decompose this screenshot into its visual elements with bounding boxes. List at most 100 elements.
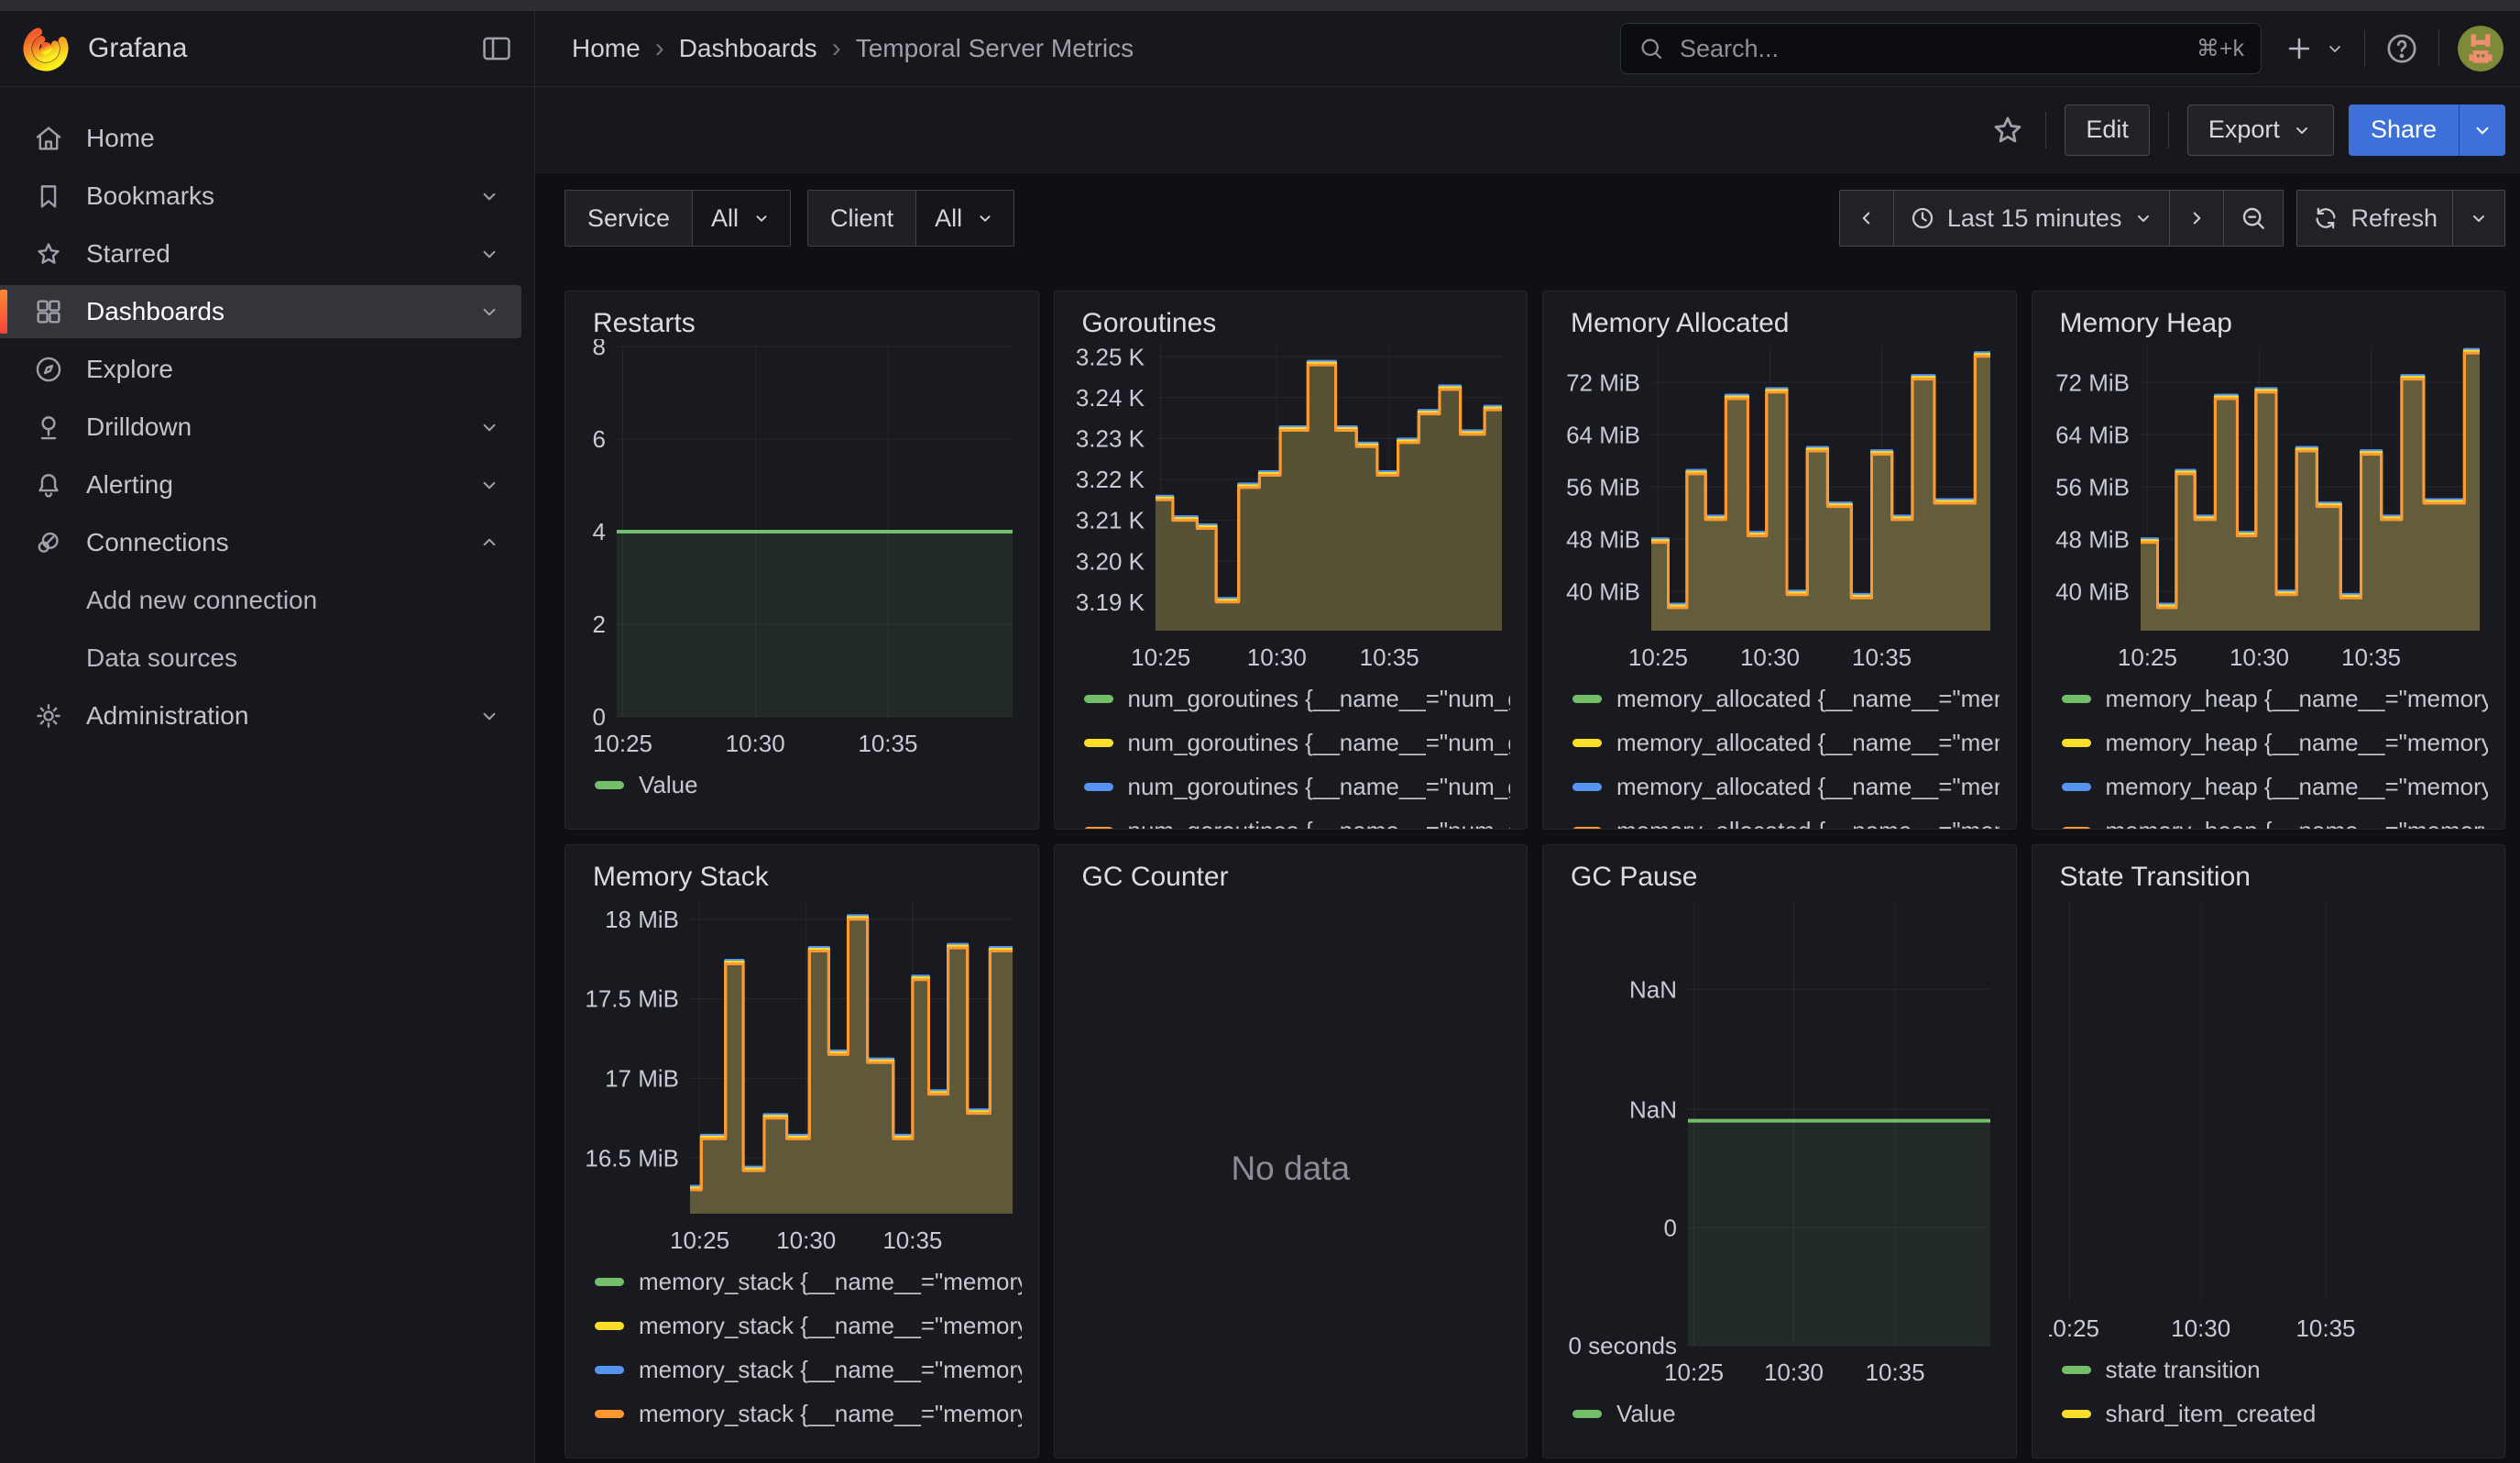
time-range-picker[interactable]: Last 15 minutes [1894, 190, 2171, 247]
help-button[interactable] [2383, 30, 2420, 67]
chevron-down-icon [751, 208, 772, 228]
panel-header[interactable]: Restarts [582, 304, 1022, 339]
sidebar-item-data-sources[interactable]: Data sources [0, 632, 521, 685]
service-filter-value[interactable]: All [692, 191, 790, 246]
svg-text:2: 2 [593, 610, 606, 638]
sidebar-item-alerting[interactable]: Alerting [0, 458, 521, 512]
legend-item[interactable]: memory_allocated {__name__="memo [1572, 686, 2000, 711]
panel-header[interactable]: Memory Stack [582, 858, 1022, 893]
legend-item[interactable]: memory_allocated {__name__="memo [1572, 730, 2000, 755]
chevron-down-icon[interactable] [477, 473, 501, 497]
chevron-down-icon[interactable] [477, 242, 501, 266]
sidebar-item-home[interactable]: Home [0, 112, 521, 165]
legend-item[interactable]: num_goroutines {__name__="num_go [1084, 774, 1511, 799]
sidebar-item-add-new-connection[interactable]: Add new connection [0, 574, 521, 627]
breadcrumb-home[interactable]: Home [572, 34, 641, 63]
share-button[interactable]: Share [2349, 104, 2459, 156]
chevron-down-icon[interactable] [477, 415, 501, 439]
sidebar-item-drilldown[interactable]: Drilldown [0, 401, 521, 454]
sidebar-item-connections[interactable]: Connections [0, 516, 521, 569]
legend: memory_allocated {__name__="memo memory_… [1572, 686, 2000, 830]
legend-label: memory_allocated {__name__="memo [1616, 685, 2000, 713]
sidebar-item-administration[interactable]: Administration [0, 689, 521, 742]
zoom-out-button[interactable] [2224, 190, 2284, 247]
legend-swatch [2062, 827, 2091, 830]
topbar-main-section: Home › Dashboards › Temporal Server Metr… [535, 11, 2520, 86]
search-input[interactable] [1678, 34, 2197, 64]
bookmark-icon [33, 181, 64, 212]
svg-text:10:35: 10:35 [1359, 644, 1419, 671]
time-picker-group: Last 15 minutes [1839, 190, 2284, 247]
legend-item[interactable]: num_goroutines {__name__="num_go [1084, 818, 1511, 830]
legend-swatch [1084, 827, 1113, 830]
legend-item[interactable]: memory_stack {__name__="memory_s [595, 1357, 1022, 1382]
panel-header[interactable]: GC Pause [1560, 858, 2000, 893]
chevron-down-icon[interactable] [477, 704, 501, 728]
time-series-chart[interactable]: 0 seconds0NaNNaN10:2510:3010:35 [1560, 893, 2000, 1393]
refresh-interval-chevron[interactable] [2453, 190, 2505, 247]
search-box[interactable]: ⌘+k [1620, 23, 2262, 74]
panel-header[interactable]: Memory Heap [2049, 304, 2489, 339]
panel-title: Goroutines [1082, 308, 1511, 339]
legend-item[interactable]: num_goroutines {__name__="num_go [1084, 730, 1511, 755]
legend-item[interactable]: memory_heap {__name__="memory_h [2062, 818, 2489, 830]
breadcrumb-dashboards[interactable]: Dashboards [679, 34, 817, 63]
breadcrumb: Home › Dashboards › Temporal Server Metr… [572, 33, 1134, 64]
edit-button[interactable]: Edit [2065, 104, 2150, 156]
legend-item[interactable]: shard_item_created [2062, 1401, 2489, 1426]
legend-item[interactable]: memory_allocated {__name__="memo [1572, 818, 2000, 830]
client-filter-value[interactable]: All [915, 191, 1013, 246]
legend-item[interactable]: memory_allocated {__name__="memo [1572, 774, 2000, 799]
sidebar-item-explore[interactable]: Explore [0, 343, 521, 396]
grafana-logo-icon[interactable] [22, 25, 70, 72]
time-series-chart[interactable]: 10:2510:3010:35 [2049, 893, 2489, 1349]
time-series-chart[interactable]: 40 MiB48 MiB56 MiB64 MiB72 MiB10:2510:30… [1560, 339, 2000, 678]
top-navigation-bar: Grafana Home › Dashboards › Temporal Ser… [0, 11, 2520, 87]
time-series-chart[interactable]: 40 MiB48 MiB56 MiB64 MiB72 MiB10:2510:30… [2049, 339, 2489, 678]
sidebar-item-dashboards[interactable]: Dashboards [0, 285, 521, 338]
service-filter-label[interactable]: Service [565, 191, 692, 246]
svg-text:10:25: 10:25 [593, 730, 652, 757]
chevron-down-icon[interactable] [477, 184, 501, 208]
legend-item[interactable]: memory_heap {__name__="memory_h [2062, 730, 2489, 755]
legend-item[interactable]: memory_stack {__name__="memory_s [595, 1269, 1022, 1294]
legend-item[interactable]: memory_heap {__name__="memory_h [2062, 686, 2489, 711]
legend-item[interactable]: Value [595, 772, 1022, 798]
client-filter-label[interactable]: Client [808, 191, 915, 246]
legend-swatch [595, 1322, 624, 1330]
legend-label: num_goroutines {__name__="num_go [1128, 685, 1511, 713]
legend-item[interactable]: state transition [2062, 1357, 2489, 1382]
time-series-chart[interactable]: 16.5 MiB17 MiB17.5 MiB18 MiB10:2510:3010… [582, 893, 1022, 1261]
share-menu-chevron-icon[interactable] [2459, 104, 2505, 156]
chevron-up-icon[interactable] [477, 531, 501, 555]
sidebar-item-label: Dashboards [86, 297, 477, 326]
legend-item[interactable]: memory_stack {__name__="memory_s [595, 1313, 1022, 1338]
svg-text:10:30: 10:30 [1764, 1358, 1824, 1386]
panel-header[interactable]: GC Counter [1071, 858, 1511, 893]
legend-item[interactable]: num_goroutines {__name__="num_go [1084, 686, 1511, 711]
time-shift-back-button[interactable] [1839, 190, 1894, 247]
export-button[interactable]: Export [2187, 104, 2334, 156]
svg-text:10:25: 10:25 [1131, 644, 1190, 671]
legend-item[interactable]: memory_heap {__name__="memory_h [2062, 774, 2489, 799]
legend-item[interactable]: memory_stack {__name__="memory_s [595, 1401, 1022, 1426]
sidebar-toggle-icon[interactable] [479, 31, 514, 66]
refresh-button[interactable]: Refresh [2296, 190, 2453, 247]
time-shift-forward-button[interactable] [2170, 190, 2224, 247]
sidebar-item-label: Connections [86, 528, 477, 557]
favorite-star-icon[interactable] [1989, 111, 2027, 149]
search-icon [1638, 35, 1665, 62]
svg-text:10:30: 10:30 [1740, 644, 1800, 671]
svg-text:56 MiB: 56 MiB [1566, 473, 1640, 500]
add-new-button[interactable] [2284, 33, 2346, 64]
sidebar-item-bookmarks[interactable]: Bookmarks [0, 170, 521, 223]
time-series-chart[interactable]: 0246810:2510:3010:35 [582, 339, 1022, 764]
panel-header[interactable]: Goroutines [1071, 304, 1511, 339]
panel-header[interactable]: Memory Allocated [1560, 304, 2000, 339]
time-series-chart[interactable]: 3.19 K3.20 K3.21 K3.22 K3.23 K3.24 K3.25… [1071, 339, 1511, 678]
panel-header[interactable]: State Transition [2049, 858, 2489, 893]
chevron-down-icon[interactable] [477, 300, 501, 324]
legend-item[interactable]: Value [1572, 1401, 2000, 1426]
sidebar-item-starred[interactable]: Starred [0, 227, 521, 280]
user-avatar[interactable] [2458, 26, 2504, 72]
